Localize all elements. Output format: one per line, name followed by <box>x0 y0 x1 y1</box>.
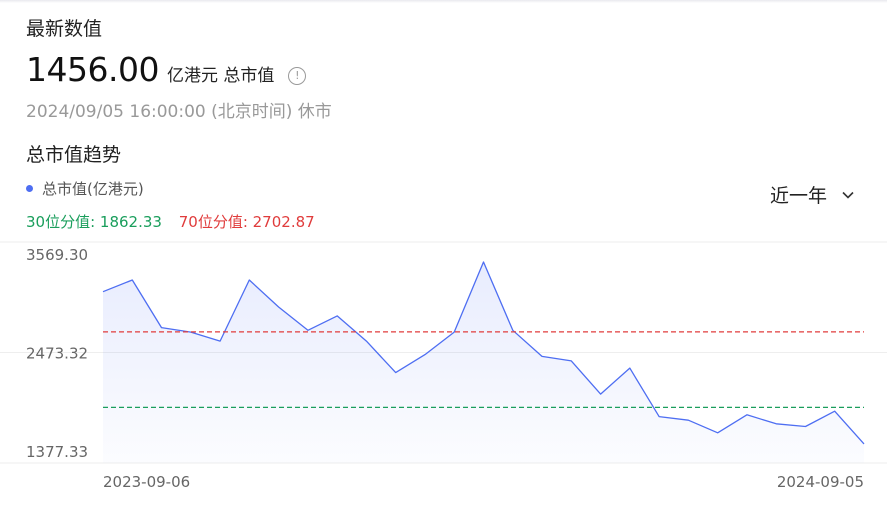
y-tick-label: 1377.33 <box>26 443 88 461</box>
x-tick-label: 2024-09-05 <box>777 473 864 491</box>
market-cap-chart: 3569.30 2473.32 1377.33 2023-09-06 2024-09-0… <box>0 241 887 491</box>
y-tick-label: 2473.32 <box>26 345 88 363</box>
x-tick-label: 2023-09-06 <box>103 473 190 491</box>
series-area <box>103 262 864 463</box>
y-tick-label: 3569.30 <box>26 246 88 264</box>
